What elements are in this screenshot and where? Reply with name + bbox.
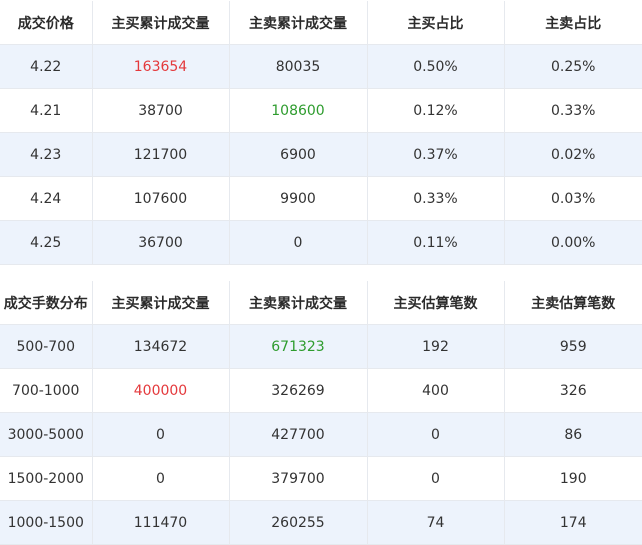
header-buy-volume: 主买累计成交量 [91, 1, 229, 45]
lot-size-distribution-table: 成交手数分布 主买累计成交量 主卖累计成交量 主买估算笔数 主卖估算笔数 500… [0, 281, 642, 545]
cell-lot-range: 1000-1500 [0, 500, 92, 545]
header-sell-count: 主卖估算笔数 [503, 281, 642, 325]
cell-sell-ratio: 0.02% [503, 132, 642, 177]
table-row: 1500-2000 0 379700 0 190 [0, 456, 642, 501]
cell-lot-range: 3000-5000 [0, 412, 92, 457]
table-row: 500-700 134672 671323 192 959 [0, 324, 642, 369]
cell-buy-count: 192 [366, 324, 504, 369]
cell-buy-count: 74 [366, 500, 504, 545]
cell-sell-ratio: 0.33% [503, 88, 642, 133]
cell-sell-count: 174 [503, 500, 642, 545]
cell-buy-volume: 0 [91, 412, 229, 457]
cell-price: 4.21 [0, 88, 92, 133]
table-row: 700-1000 400000 326269 400 326 [0, 368, 642, 413]
header-buy-ratio: 主买占比 [366, 1, 504, 45]
price-distribution-table: 成交价格 主买累计成交量 主卖累计成交量 主买占比 主卖占比 4.22 1636… [0, 1, 642, 265]
cell-sell-ratio: 0.03% [503, 176, 642, 221]
cell-sell-volume: 427700 [228, 412, 367, 457]
cell-price: 4.23 [0, 132, 92, 177]
cell-sell-volume: 80035 [228, 44, 367, 89]
cell-buy-volume: 0 [91, 456, 229, 501]
cell-lot-range: 700-1000 [0, 368, 92, 413]
cell-buy-volume: 163654 [91, 44, 229, 89]
table-row: 4.25 36700 0 0.11% 0.00% [0, 220, 642, 265]
cell-sell-ratio: 0.25% [503, 44, 642, 89]
cell-price: 4.24 [0, 176, 92, 221]
cell-buy-ratio: 0.33% [366, 176, 504, 221]
table-row: 4.21 38700 108600 0.12% 0.33% [0, 88, 642, 133]
cell-buy-volume: 111470 [91, 500, 229, 545]
table-row: 1000-1500 111470 260255 74 174 [0, 500, 642, 545]
cell-sell-volume: 671323 [228, 324, 367, 369]
table-row: 4.24 107600 9900 0.33% 0.03% [0, 176, 642, 221]
cell-sell-volume: 6900 [228, 132, 367, 177]
cell-buy-count: 400 [366, 368, 504, 413]
header-sell-volume: 主卖累计成交量 [228, 1, 367, 45]
cell-buy-volume: 38700 [91, 88, 229, 133]
cell-price: 4.22 [0, 44, 92, 89]
cell-buy-volume: 134672 [91, 324, 229, 369]
header-sell-volume: 主卖累计成交量 [228, 281, 367, 325]
cell-buy-count: 0 [366, 456, 504, 501]
header-sell-ratio: 主卖占比 [503, 1, 642, 45]
table-header-row: 成交价格 主买累计成交量 主卖累计成交量 主买占比 主卖占比 [0, 1, 642, 45]
cell-buy-count: 0 [366, 412, 504, 457]
header-buy-count: 主买估算笔数 [366, 281, 504, 325]
cell-buy-ratio: 0.37% [366, 132, 504, 177]
header-buy-volume: 主买累计成交量 [91, 281, 229, 325]
cell-sell-volume: 379700 [228, 456, 367, 501]
cell-buy-volume: 107600 [91, 176, 229, 221]
table-row: 4.22 163654 80035 0.50% 0.25% [0, 44, 642, 89]
cell-price: 4.25 [0, 220, 92, 265]
cell-sell-volume: 260255 [228, 500, 367, 545]
cell-lot-range: 1500-2000 [0, 456, 92, 501]
cell-lot-range: 500-700 [0, 324, 92, 369]
cell-buy-ratio: 0.50% [366, 44, 504, 89]
cell-sell-count: 190 [503, 456, 642, 501]
table-header-row: 成交手数分布 主买累计成交量 主卖累计成交量 主买估算笔数 主卖估算笔数 [0, 281, 642, 325]
cell-sell-count: 86 [503, 412, 642, 457]
cell-sell-ratio: 0.00% [503, 220, 642, 265]
cell-buy-volume: 36700 [91, 220, 229, 265]
cell-sell-count: 959 [503, 324, 642, 369]
cell-buy-volume: 121700 [91, 132, 229, 177]
cell-buy-ratio: 0.12% [366, 88, 504, 133]
table-row: 3000-5000 0 427700 0 86 [0, 412, 642, 457]
header-lot-range: 成交手数分布 [0, 281, 92, 325]
cell-buy-ratio: 0.11% [366, 220, 504, 265]
cell-sell-volume: 326269 [228, 368, 367, 413]
table-row: 4.23 121700 6900 0.37% 0.02% [0, 132, 642, 177]
cell-buy-volume: 400000 [91, 368, 229, 413]
header-price: 成交价格 [0, 1, 92, 45]
cell-sell-volume: 9900 [228, 176, 367, 221]
cell-sell-volume: 0 [228, 220, 367, 265]
cell-sell-volume: 108600 [228, 88, 367, 133]
cell-sell-count: 326 [503, 368, 642, 413]
